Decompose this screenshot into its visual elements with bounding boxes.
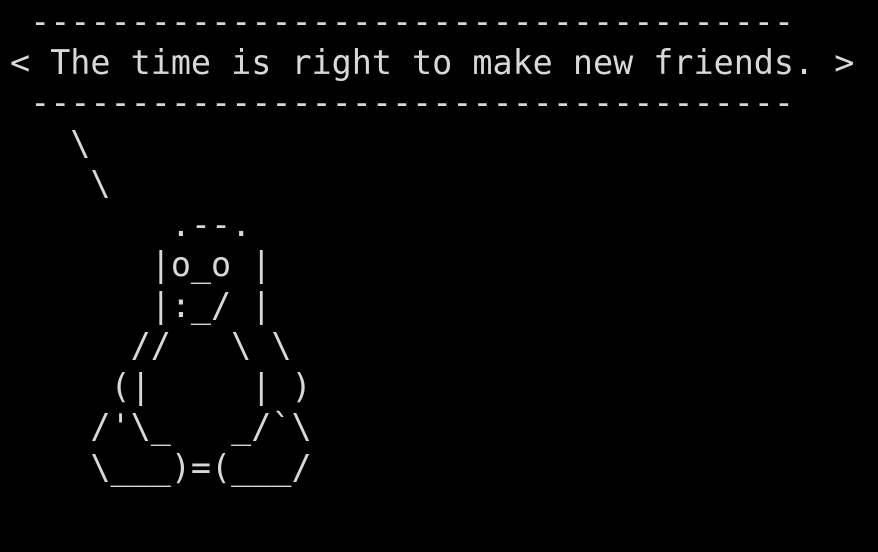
speech-bubble-message: < The time is right to make new friends.… [10,42,855,82]
terminal-window[interactable]: -------------------------------------- <… [0,0,878,552]
speech-connector-line-2: \ [10,164,111,203]
tux-ascii-line-3: |:_/ | [10,285,272,325]
tux-ascii-line-4: // \ \ [10,326,292,365]
tux-ascii-line-5: (| | ) [10,366,312,406]
speech-bubble-top-border: -------------------------------------- [10,2,795,41]
speech-bubble-bottom-border: -------------------------------------- [10,83,795,122]
tux-ascii-line-1: .--. [10,204,252,244]
speech-connector-line-1: \ [10,123,91,163]
tux-ascii-line-6: /'\_ _/`\ [10,407,312,446]
tux-ascii-line-2: |o_o | [10,245,272,284]
tux-ascii-line-7: \___)=(___/ [10,447,312,487]
